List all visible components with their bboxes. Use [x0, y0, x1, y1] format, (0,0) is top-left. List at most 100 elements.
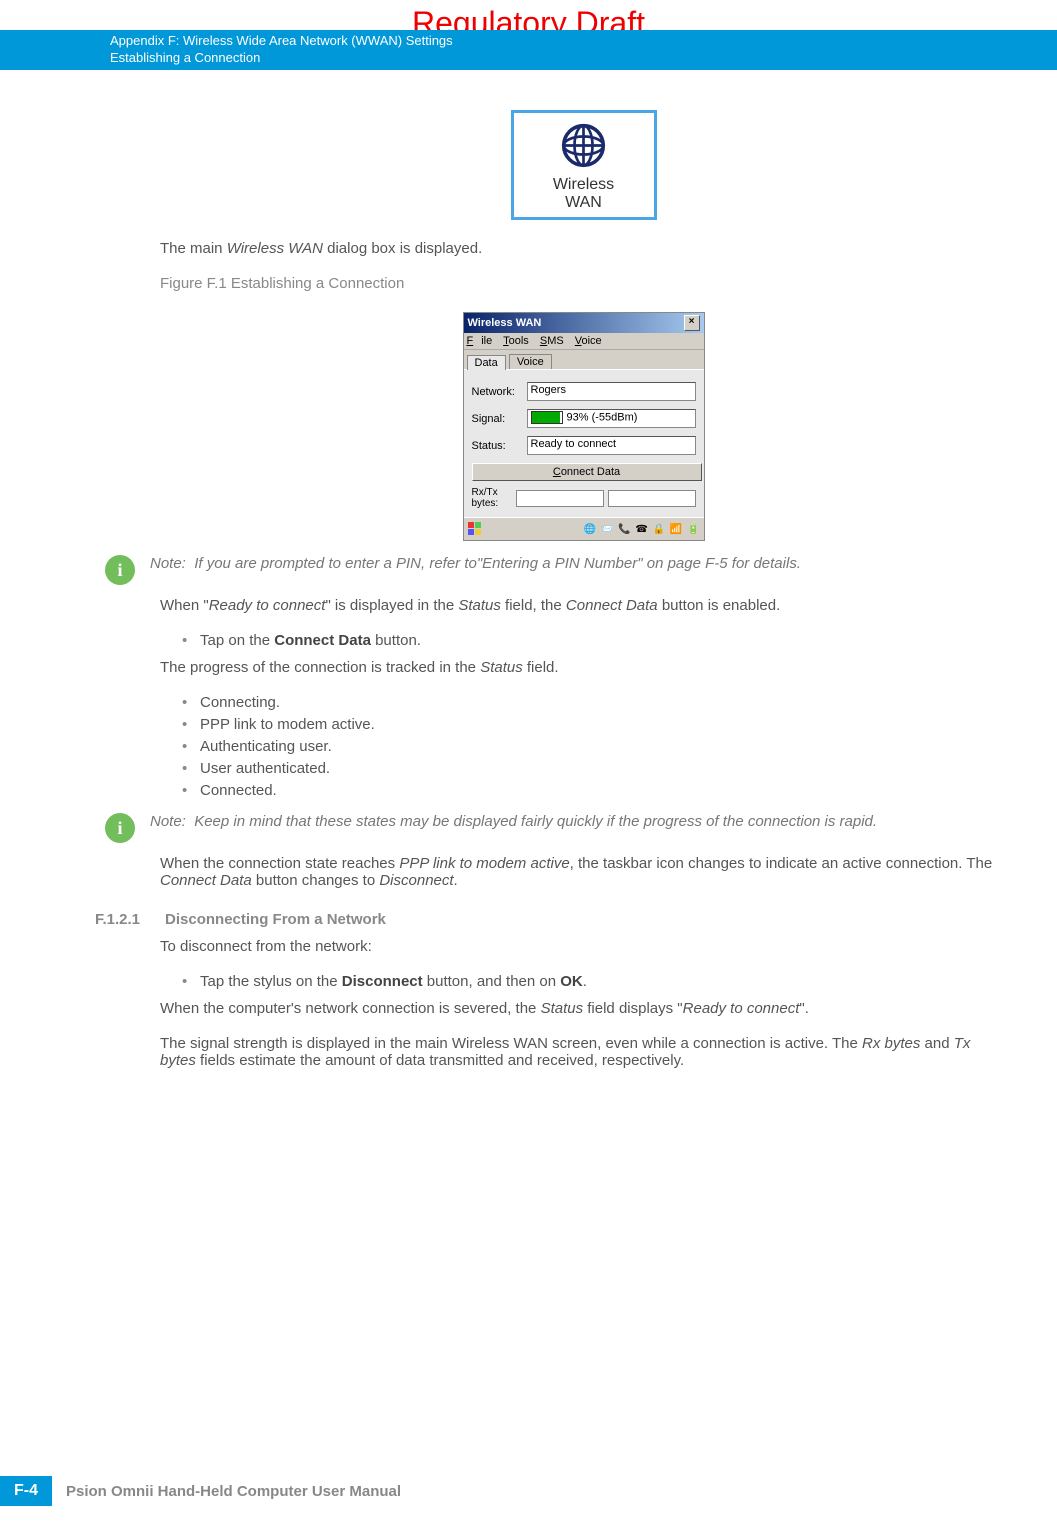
- page-content: Wireless WAN The main Wireless WAN dialo…: [160, 100, 1007, 1087]
- field-tx: [608, 490, 696, 507]
- manual-title: Psion Omnii Hand-Held Computer User Manu…: [66, 1483, 401, 1500]
- text: The signal strength is displayed in the …: [160, 1035, 862, 1052]
- page-header: Appendix F: Wireless Wide Area Network (…: [0, 30, 1057, 70]
- paragraph-signal: The signal strength is displayed in the …: [160, 1035, 1007, 1069]
- text: OK: [560, 973, 583, 990]
- text: field displays ": [583, 1000, 683, 1017]
- note-body: Keep in mind that these states may be di…: [194, 813, 877, 830]
- page-footer: F-4 Psion Omnii Hand-Held Computer User …: [0, 1476, 401, 1506]
- text: and: [920, 1035, 953, 1052]
- text: " is displayed in the: [325, 597, 458, 614]
- text: The progress of the connection is tracke…: [160, 659, 480, 676]
- text: Ready to connect: [683, 1000, 800, 1017]
- system-tray: 🌐 📨 📞 ☎ 🔒 📶 🔋: [584, 524, 701, 535]
- text: Tap on the: [200, 632, 274, 649]
- text: Connect Data: [160, 872, 252, 889]
- text: Tap the stylus on the: [200, 973, 342, 990]
- list-item: Connected.: [182, 782, 1007, 799]
- dialog-menubar: File Tools SMS Voice: [464, 333, 704, 350]
- wireless-wan-dialog: Wireless WAN × File Tools SMS Voice Data…: [463, 312, 705, 541]
- list-item: Tap the stylus on the Disconnect button,…: [182, 973, 1007, 990]
- status-list: Connecting. PPP link to modem active. Au…: [160, 694, 1007, 799]
- text: ".: [799, 1000, 809, 1017]
- text: field.: [523, 659, 559, 676]
- wwan-label-1: Wireless: [553, 176, 614, 193]
- text: Connect Data: [566, 597, 658, 614]
- paragraph-ready: When "Ready to connect" is displayed in …: [160, 597, 1007, 614]
- text: button changes to: [252, 872, 380, 889]
- dialog-tabs: Data Voice: [464, 350, 704, 369]
- menu-tools[interactable]: Tools: [503, 335, 529, 347]
- dialog-taskbar: 🌐 📨 📞 ☎ 🔒 📶 🔋: [464, 517, 704, 540]
- field-network: Rogers: [527, 382, 696, 401]
- paragraph-progress: The progress of the connection is tracke…: [160, 659, 1007, 676]
- menu-sms[interactable]: SMS: [540, 335, 564, 347]
- text: dialog box is displayed.: [323, 240, 482, 257]
- instruction-list-1: Tap on the Connect Data button.: [160, 632, 1007, 649]
- header-line1: Appendix F: Wireless Wide Area Network (…: [110, 33, 1057, 50]
- wwan-icon-label: Wireless WAN: [514, 176, 654, 211]
- note-2: i Note: Keep in mind that these states m…: [105, 813, 1007, 843]
- text: Status: [458, 597, 501, 614]
- globe-icon: [561, 123, 606, 168]
- section-title: Disconnecting From a Network: [165, 911, 386, 928]
- start-icon[interactable]: [467, 521, 483, 537]
- text: When the connection state reaches: [160, 855, 399, 872]
- close-icon[interactable]: ×: [684, 315, 700, 331]
- text: .: [583, 973, 587, 990]
- note-label: Note:: [150, 555, 186, 572]
- text: fields estimate the amount of data trans…: [196, 1052, 684, 1069]
- label-signal: Signal:: [472, 413, 527, 425]
- label-status: Status:: [472, 440, 527, 452]
- text: Status: [541, 1000, 584, 1017]
- header-line2: Establishing a Connection: [110, 50, 1057, 67]
- field-signal: 93% (-55dBm): [527, 409, 696, 428]
- wireless-wan-icon[interactable]: Wireless WAN: [511, 110, 657, 220]
- text: When ": [160, 597, 209, 614]
- connect-data-button[interactable]: Connect Data: [472, 463, 702, 481]
- label-rxtx: Rx/Tx bytes:: [472, 487, 512, 509]
- info-icon: i: [105, 813, 135, 843]
- text: PPP link to modem active: [399, 855, 569, 872]
- paragraph-disconnect-intro: To disconnect from the network:: [160, 938, 1007, 955]
- list-item: User authenticated.: [182, 760, 1007, 777]
- text: When the computer's network connection i…: [160, 1000, 541, 1017]
- dialog-panel: Network: Rogers Signal: 93% (-55dBm) Sta…: [464, 369, 704, 517]
- text: Status: [480, 659, 523, 676]
- label-network: Network:: [472, 386, 527, 398]
- text: button is enabled.: [658, 597, 781, 614]
- tab-voice[interactable]: Voice: [509, 354, 552, 369]
- info-icon: i: [105, 555, 135, 585]
- text: Disconnect: [342, 973, 423, 990]
- text: The main: [160, 240, 227, 257]
- text: Disconnect: [379, 872, 453, 889]
- field-rx: [516, 490, 604, 507]
- note-label: Note:: [150, 813, 186, 830]
- list-item: Connecting.: [182, 694, 1007, 711]
- list-item: PPP link to modem active.: [182, 716, 1007, 733]
- text: Ready to connect: [209, 597, 326, 614]
- text: .: [454, 872, 458, 889]
- text: field, the: [501, 597, 566, 614]
- field-status: Ready to connect: [527, 436, 696, 455]
- figure-caption: Figure F.1 Establishing a Connection: [160, 275, 1007, 292]
- section-heading: F.1.2.1 Disconnecting From a Network: [95, 911, 1007, 928]
- list-item: Authenticating user.: [182, 738, 1007, 755]
- tab-data[interactable]: Data: [467, 355, 506, 370]
- text: button.: [371, 632, 421, 649]
- text: Connect Data: [274, 632, 371, 649]
- signal-value: 93% (-55dBm): [567, 412, 638, 424]
- dialog-title: Wireless WAN: [468, 317, 542, 329]
- paragraph-severed: When the computer's network connection i…: [160, 1000, 1007, 1017]
- menu-file[interactable]: File: [467, 335, 493, 347]
- wwan-label-2: WAN: [565, 194, 602, 211]
- note-1: i Note: If you are prompted to enter a P…: [105, 555, 1007, 585]
- paragraph-pppactive: When the connection state reaches PPP li…: [160, 855, 1007, 889]
- menu-voice[interactable]: Voice: [575, 335, 602, 347]
- instruction-list-2: Tap the stylus on the Disconnect button,…: [160, 973, 1007, 990]
- text: Rx bytes: [862, 1035, 920, 1052]
- note-body: If you are prompted to enter a PIN, refe…: [194, 555, 801, 572]
- section-number: F.1.2.1: [95, 911, 140, 928]
- list-item: Tap on the Connect Data button.: [182, 632, 1007, 649]
- text: button, and then on: [423, 973, 561, 990]
